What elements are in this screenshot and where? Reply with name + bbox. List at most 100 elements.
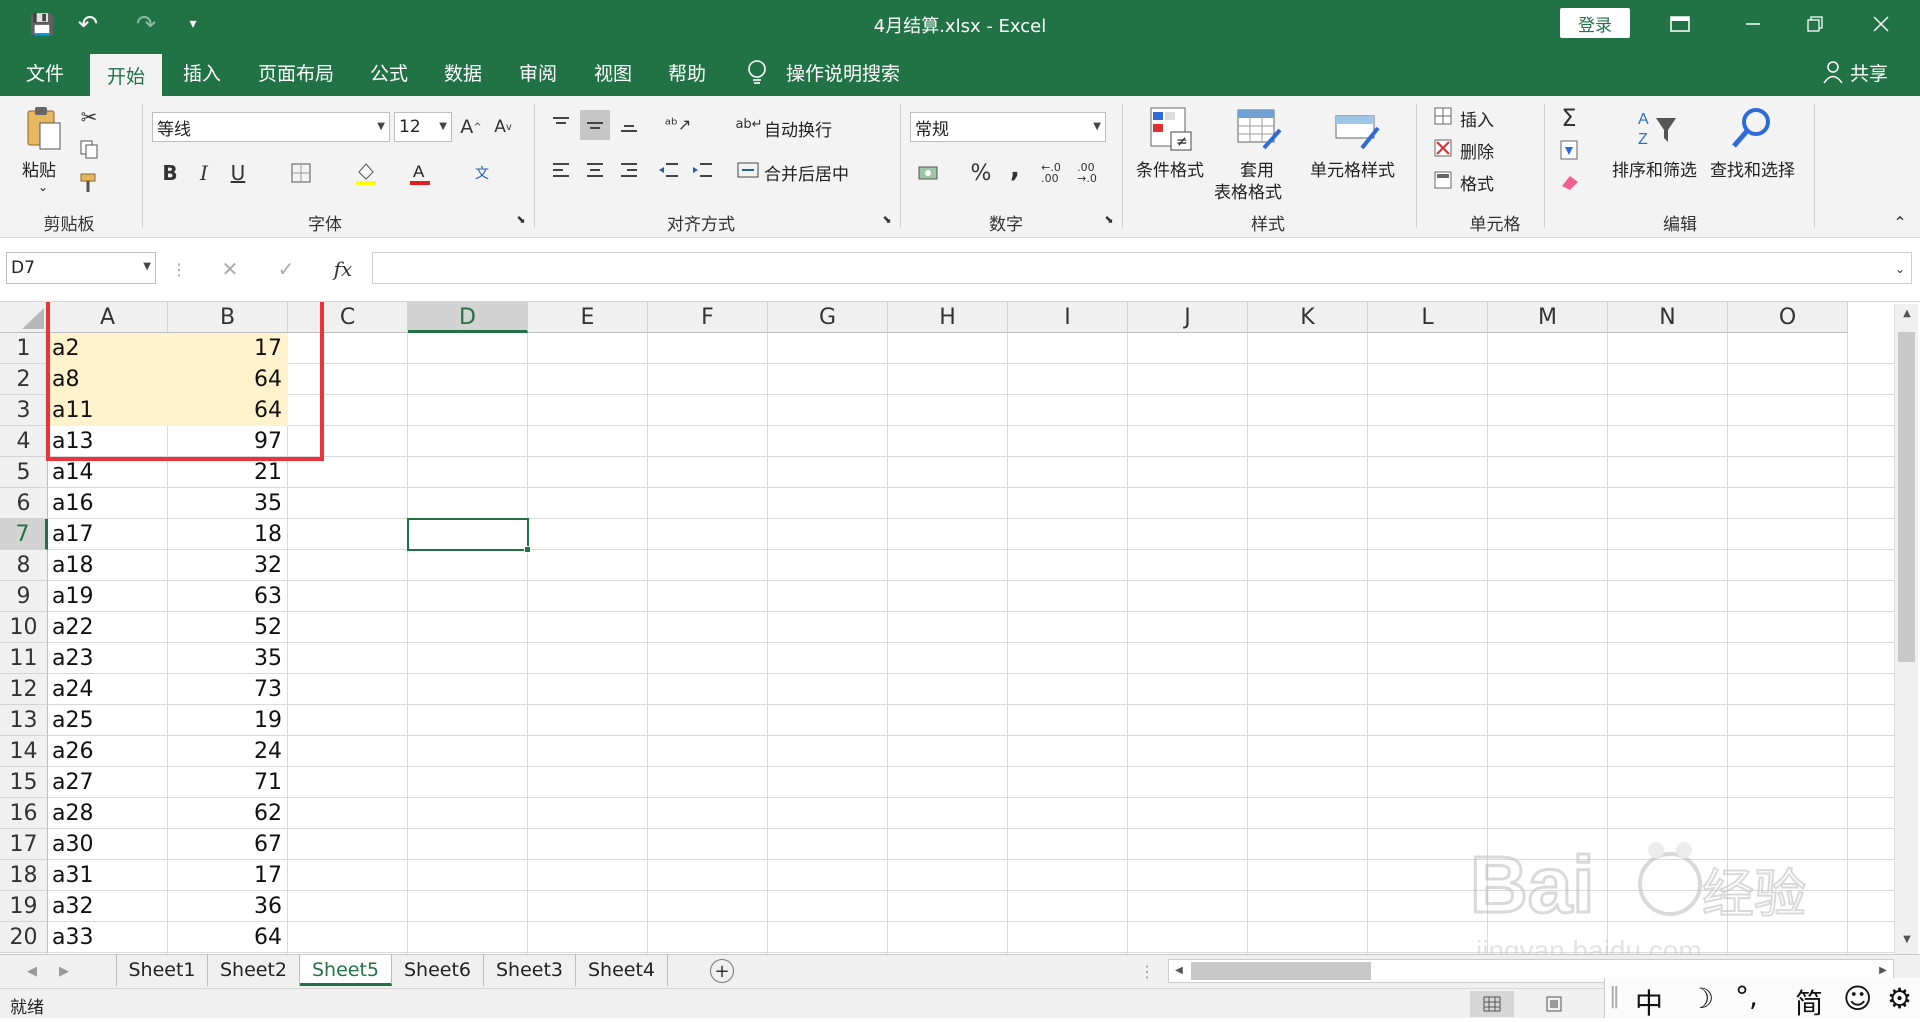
collapse-ribbon-icon[interactable]: ⌃ bbox=[1888, 212, 1912, 232]
row-header[interactable]: 14 bbox=[0, 736, 48, 767]
scroll-left-icon[interactable]: ◀ bbox=[1171, 962, 1187, 980]
cell-b[interactable]: 35 bbox=[168, 643, 282, 674]
ime-chinese-mode[interactable]: 中 bbox=[1635, 982, 1663, 1022]
decrease-indent-icon[interactable] bbox=[656, 156, 682, 184]
tab-insert[interactable]: 插入 bbox=[183, 48, 221, 96]
column-header[interactable]: O bbox=[1728, 302, 1848, 333]
cell-b[interactable]: 35 bbox=[168, 488, 282, 519]
ribbon-display-icon[interactable] bbox=[1660, 0, 1700, 48]
add-sheet-icon[interactable]: + bbox=[710, 959, 734, 983]
cell-b[interactable]: 63 bbox=[168, 581, 282, 612]
cell-a[interactable]: a33 bbox=[52, 922, 164, 953]
sheet-tab[interactable]: Sheet4 bbox=[576, 955, 668, 986]
wrap-text-icon[interactable]: ab↵ bbox=[735, 110, 762, 138]
row-header[interactable]: 9 bbox=[0, 581, 48, 612]
column-header[interactable]: D bbox=[408, 302, 528, 333]
cell-b[interactable]: 67 bbox=[168, 829, 282, 860]
cell-b[interactable]: 21 bbox=[168, 457, 282, 488]
orientation-icon[interactable]: ᵃᵇ↗ bbox=[658, 110, 698, 138]
formula-input[interactable] bbox=[372, 252, 1912, 284]
row-header[interactable]: 20 bbox=[0, 922, 48, 953]
conditional-formatting-button[interactable]: 条件格式 bbox=[1136, 156, 1204, 181]
clear-icon[interactable] bbox=[1556, 168, 1582, 196]
column-header[interactable]: L bbox=[1368, 302, 1488, 333]
cell-a[interactable]: a28 bbox=[52, 798, 164, 829]
row-header[interactable]: 17 bbox=[0, 829, 48, 860]
cell-b[interactable]: 52 bbox=[168, 612, 282, 643]
cell-b[interactable]: 64 bbox=[168, 922, 282, 953]
tab-split-handle[interactable]: ⋮ bbox=[1139, 959, 1155, 983]
ime-moon-icon[interactable]: ☽ bbox=[1689, 982, 1714, 1015]
cell-a[interactable]: a19 bbox=[52, 581, 164, 612]
cell-styles-icon[interactable] bbox=[1334, 104, 1380, 154]
expand-formula-icon[interactable]: ⌄ bbox=[1890, 260, 1910, 278]
tab-formulas[interactable]: 公式 bbox=[370, 48, 408, 96]
fill-color-icon[interactable] bbox=[352, 158, 380, 188]
cell-a[interactable]: a26 bbox=[52, 736, 164, 767]
cell-b[interactable]: 17 bbox=[168, 860, 282, 891]
increase-decimal-icon[interactable]: ←.0.00 bbox=[1036, 158, 1066, 188]
row-header[interactable]: 6 bbox=[0, 488, 48, 519]
cell-a[interactable]: a14 bbox=[52, 457, 164, 488]
ime-handle-icon[interactable]: ‖ bbox=[1609, 984, 1620, 1009]
sort-filter-icon[interactable]: AZ bbox=[1636, 104, 1682, 154]
cell-b[interactable]: 32 bbox=[168, 550, 282, 581]
name-box[interactable]: D7 ▼ bbox=[6, 252, 156, 284]
phonetic-icon[interactable]: 文 bbox=[468, 158, 496, 188]
scroll-down-icon[interactable]: ▼ bbox=[1895, 934, 1919, 954]
row-header[interactable]: 11 bbox=[0, 643, 48, 674]
row-header[interactable]: 15 bbox=[0, 767, 48, 798]
align-center-icon[interactable] bbox=[582, 156, 608, 184]
active-cell[interactable] bbox=[407, 518, 529, 551]
dialog-launcher-icon[interactable]: ⬊ bbox=[880, 212, 894, 226]
format-painter-icon[interactable] bbox=[76, 170, 102, 196]
column-header[interactable]: H bbox=[888, 302, 1008, 333]
insert-function-button[interactable]: fx bbox=[328, 254, 358, 284]
sheet-tab[interactable]: Sheet3 bbox=[484, 955, 576, 986]
minimize-icon[interactable] bbox=[1730, 0, 1776, 48]
ime-settings-icon[interactable]: ⚙ bbox=[1887, 982, 1912, 1015]
cell-b[interactable]: 19 bbox=[168, 705, 282, 736]
accounting-format-icon[interactable] bbox=[914, 158, 944, 188]
login-button[interactable]: 登录 bbox=[1560, 8, 1630, 38]
paste-dropdown-icon[interactable]: ⌄ bbox=[38, 180, 48, 194]
column-header[interactable]: J bbox=[1128, 302, 1248, 333]
insert-cells-icon[interactable] bbox=[1432, 104, 1454, 128]
sort-filter-button[interactable]: 排序和筛选 bbox=[1612, 156, 1697, 181]
tab-view[interactable]: 视图 bbox=[594, 48, 632, 96]
wrap-text-button[interactable]: 自动换行 bbox=[764, 116, 832, 141]
merge-center-button[interactable]: 合并后居中 bbox=[764, 160, 849, 185]
cell-styles-button[interactable]: 单元格样式 bbox=[1310, 156, 1395, 181]
format-as-table-icon[interactable] bbox=[1236, 104, 1282, 154]
magnifier-icon[interactable] bbox=[1730, 104, 1776, 154]
format-cells-icon[interactable] bbox=[1432, 168, 1454, 192]
cell-a[interactable]: a17 bbox=[52, 519, 164, 550]
find-select-button[interactable]: 查找和选择 bbox=[1710, 156, 1795, 181]
tab-data[interactable]: 数据 bbox=[444, 48, 482, 96]
sheet-tab-active[interactable]: Sheet5 bbox=[300, 955, 392, 986]
column-header[interactable]: G bbox=[768, 302, 888, 333]
cell-b[interactable]: 71 bbox=[168, 767, 282, 798]
column-header[interactable]: F bbox=[648, 302, 768, 333]
percent-style-button[interactable]: % bbox=[968, 158, 994, 188]
select-all-corner[interactable] bbox=[0, 302, 48, 333]
tab-file[interactable]: 文件 bbox=[26, 48, 64, 96]
worksheet-grid[interactable]: ABCDEFGHIJKLMNO 1 a2 17 2 a8 64 3 a11 64 4 a13 97 5 a… bbox=[0, 302, 1920, 954]
cell-a[interactable]: a23 bbox=[52, 643, 164, 674]
redo-icon[interactable]: ↷ bbox=[126, 0, 166, 48]
cell-a[interactable]: a27 bbox=[52, 767, 164, 798]
undo-icon[interactable]: ↶ bbox=[68, 0, 108, 48]
customize-qat-icon[interactable]: ▾ bbox=[178, 0, 208, 48]
cell-a[interactable]: a32 bbox=[52, 891, 164, 922]
cell-a[interactable]: a30 bbox=[52, 829, 164, 860]
increase-font-icon[interactable]: A ^ bbox=[458, 112, 484, 142]
cell-a[interactable]: a25 bbox=[52, 705, 164, 736]
scroll-tabs-right-icon[interactable]: ▶ bbox=[54, 959, 74, 983]
tab-page-layout[interactable]: 页面布局 bbox=[258, 48, 334, 96]
delete-cells-icon[interactable] bbox=[1432, 136, 1454, 160]
share-button[interactable]: 共享 bbox=[1850, 48, 1888, 96]
insert-cells-button[interactable]: 插入 bbox=[1460, 106, 1494, 131]
decrease-font-icon[interactable]: Av bbox=[490, 112, 516, 142]
column-header[interactable]: I bbox=[1008, 302, 1128, 333]
row-header[interactable]: 2 bbox=[0, 364, 48, 395]
